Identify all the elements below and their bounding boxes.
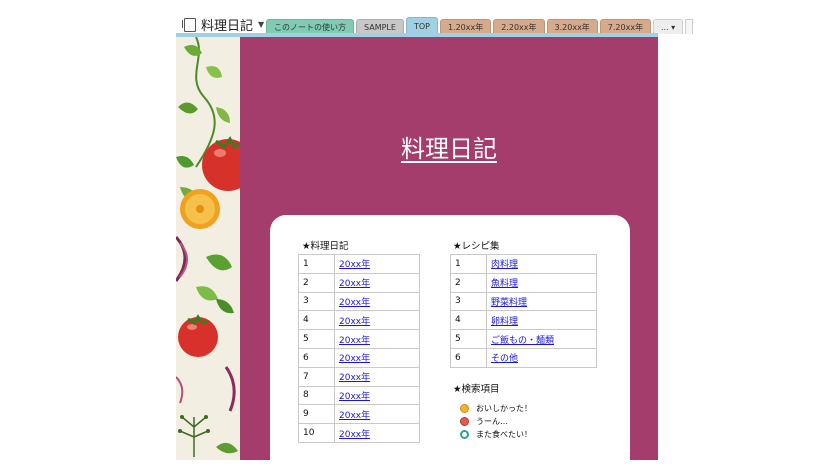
table-row: 6 20xx年 bbox=[298, 347, 420, 368]
table-row: 2 魚料理 bbox=[450, 272, 597, 293]
tab-year-1[interactable]: 1.20xx年 bbox=[439, 19, 492, 34]
table-row: 7 20xx年 bbox=[298, 366, 420, 387]
row-link-cell: 20xx年 bbox=[334, 310, 420, 331]
diary-link[interactable]: 20xx年 bbox=[339, 298, 370, 308]
table-row: 3 20xx年 bbox=[298, 291, 420, 312]
add-section-button[interactable] bbox=[685, 19, 694, 34]
notebook-icon bbox=[182, 17, 196, 32]
row-number: 2 bbox=[450, 272, 487, 293]
row-number: 5 bbox=[450, 329, 487, 349]
tab-year-2[interactable]: 2.20xx年 bbox=[493, 19, 545, 34]
tab-sample[interactable]: SAMPLE bbox=[356, 19, 404, 34]
again-circle-icon bbox=[460, 430, 469, 439]
row-link-cell: 野菜料理 bbox=[486, 291, 597, 312]
diary-heading: ★料理日記 bbox=[302, 241, 349, 252]
row-number: 7 bbox=[298, 366, 335, 387]
onenote-window: 料理日記 ▼ このノートの使い方 SAMPLE TOP 1.20xx年 2.20… bbox=[0, 0, 834, 470]
recipes-link[interactable]: 肉料理 bbox=[491, 260, 518, 270]
frown-face-icon bbox=[460, 417, 469, 426]
row-number: 6 bbox=[450, 347, 487, 368]
row-link-cell: 魚料理 bbox=[486, 272, 597, 293]
tab-year-3[interactable]: 3.20xx年 bbox=[546, 19, 598, 34]
more-tabs-button[interactable]: ... ▾ bbox=[653, 19, 684, 34]
notebook-title: 料理日記 bbox=[201, 18, 254, 34]
recipes-link[interactable]: ご飯もの・麺類 bbox=[491, 336, 554, 346]
row-link-cell: 20xx年 bbox=[334, 404, 420, 425]
table-row: 1 肉料理 bbox=[450, 254, 597, 274]
search-tag-item[interactable]: うーん… bbox=[460, 415, 532, 428]
recipes-table: 1 肉料理 2 魚料理 3 野菜料理 4 卵料理 5 ご飯もの・麺類 6 その他 bbox=[450, 254, 597, 368]
chevron-down-icon: ▼ bbox=[258, 19, 265, 29]
table-row: 9 20xx年 bbox=[298, 404, 420, 425]
row-link-cell: 卵料理 bbox=[486, 310, 597, 331]
section-tabs: このノートの使い方 SAMPLE TOP 1.20xx年 2.20xx年 3.2… bbox=[266, 17, 694, 34]
row-number: 9 bbox=[298, 404, 335, 425]
vegetable-illustration bbox=[176, 37, 240, 460]
row-link-cell: 20xx年 bbox=[334, 385, 420, 406]
row-link-cell: 20xx年 bbox=[334, 272, 420, 293]
table-row: 3 野菜料理 bbox=[450, 291, 597, 312]
table-row: 8 20xx年 bbox=[298, 385, 420, 406]
diary-link[interactable]: 20xx年 bbox=[339, 354, 370, 364]
smile-face-icon bbox=[460, 404, 469, 413]
row-number: 5 bbox=[298, 329, 335, 349]
row-number: 10 bbox=[298, 423, 335, 443]
row-link-cell: その他 bbox=[486, 347, 597, 368]
row-number: 2 bbox=[298, 272, 335, 293]
search-tag-item[interactable]: おいしかった！ bbox=[460, 402, 532, 415]
row-link-cell: 20xx年 bbox=[334, 254, 420, 274]
chevron-down-icon: ▾ bbox=[671, 23, 676, 32]
row-link-cell: 肉料理 bbox=[486, 254, 597, 274]
diary-link[interactable]: 20xx年 bbox=[339, 373, 370, 383]
row-link-cell: 20xx年 bbox=[334, 366, 420, 387]
diary-table: 1 20xx年 2 20xx年 3 20xx年 4 20xx年 5 20xx年 6 20xx年 7 20x… bbox=[298, 254, 420, 443]
row-number: 1 bbox=[298, 254, 335, 274]
row-link-cell: 20xx年 bbox=[334, 329, 420, 349]
table-row: 4 20xx年 bbox=[298, 310, 420, 331]
row-number: 3 bbox=[450, 291, 487, 312]
diary-link[interactable]: 20xx年 bbox=[339, 336, 370, 346]
recipes-link[interactable]: 魚料理 bbox=[491, 279, 518, 289]
table-row: 5 20xx年 bbox=[298, 329, 420, 349]
recipes-link[interactable]: 野菜料理 bbox=[491, 298, 527, 308]
search-heading: ★検索項目 bbox=[453, 384, 500, 395]
diary-link[interactable]: 20xx年 bbox=[339, 392, 370, 402]
row-number: 4 bbox=[298, 310, 335, 331]
row-link-cell: 20xx年 bbox=[334, 347, 420, 368]
tab-year-7[interactable]: 7.20xx年 bbox=[599, 19, 652, 34]
row-number: 8 bbox=[298, 385, 335, 406]
recipes-link[interactable]: 卵料理 bbox=[491, 317, 518, 327]
recipes-heading: ★レシピ集 bbox=[453, 241, 500, 252]
row-link-cell: 20xx年 bbox=[334, 291, 420, 312]
tab-how-to-use[interactable]: このノートの使い方 bbox=[266, 19, 354, 34]
tab-top[interactable]: TOP bbox=[405, 17, 438, 34]
table-row: 2 20xx年 bbox=[298, 272, 420, 293]
table-row: 1 20xx年 bbox=[298, 254, 420, 274]
diary-link[interactable]: 20xx年 bbox=[339, 279, 370, 289]
table-row: 6 その他 bbox=[450, 347, 597, 368]
page-title[interactable]: 料理日記 bbox=[240, 129, 658, 164]
row-number: 1 bbox=[450, 254, 487, 274]
table-row: 4 卵料理 bbox=[450, 310, 597, 331]
row-link-cell: 20xx年 bbox=[334, 423, 420, 443]
notebook-selector[interactable]: 料理日記 ▼ bbox=[182, 14, 264, 34]
diary-link[interactable]: 20xx年 bbox=[339, 260, 370, 270]
diary-link[interactable]: 20xx年 bbox=[339, 317, 370, 327]
recipes-link[interactable]: その他 bbox=[491, 354, 518, 364]
diary-link[interactable]: 20xx年 bbox=[339, 430, 370, 440]
row-number: 3 bbox=[298, 291, 335, 312]
row-number: 6 bbox=[298, 347, 335, 368]
search-tag-item[interactable]: また食べたい！ bbox=[460, 428, 532, 441]
search-tag-label: おいしかった！ bbox=[476, 404, 532, 413]
diary-link[interactable]: 20xx年 bbox=[339, 411, 370, 421]
row-number: 4 bbox=[450, 310, 487, 331]
search-tag-label: うーん… bbox=[476, 417, 508, 426]
search-tag-label: また食べたい！ bbox=[476, 430, 532, 439]
table-row: 5 ご飯もの・麺類 bbox=[450, 329, 597, 349]
more-tabs-label: ... bbox=[660, 23, 669, 32]
row-link-cell: ご飯もの・麺類 bbox=[486, 329, 597, 349]
search-tag-list: おいしかった！ うーん… また食べたい！ bbox=[460, 402, 532, 441]
vegetable-pattern-icon bbox=[176, 37, 240, 460]
table-row: 10 20xx年 bbox=[298, 423, 420, 443]
